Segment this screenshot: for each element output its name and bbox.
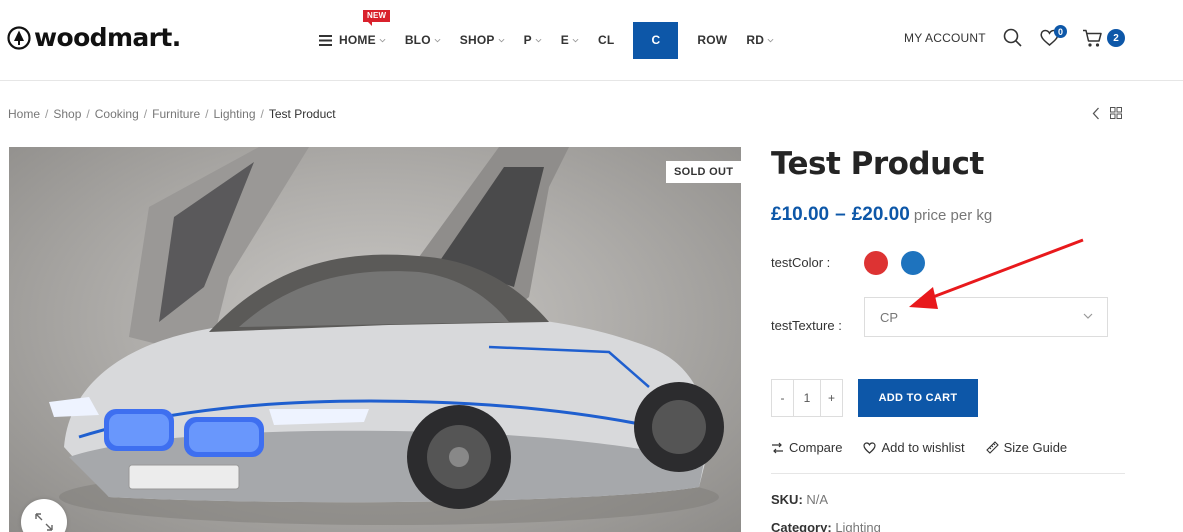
breadcrumb-link-shop[interactable]: Shop [53, 107, 81, 121]
cart-button[interactable]: 2 [1082, 28, 1127, 50]
qty-input[interactable]: 1 [794, 379, 820, 417]
nav-label: C [651, 33, 661, 47]
price-suffix: price per kg [913, 207, 993, 224]
size-guide-link[interactable]: Size Guide [985, 440, 1068, 455]
breadcrumb-link-lighting[interactable]: Lighting [213, 107, 255, 121]
cart-count-badge: 2 [1107, 29, 1125, 47]
nav-item-home[interactable]: HOME NEW [319, 0, 391, 80]
nav-item-blog[interactable]: BLO [405, 0, 441, 80]
nav-label: ROW [697, 33, 728, 47]
breadcrumb-link-cooking[interactable]: Cooking [95, 107, 139, 121]
wishlist-count-badge: 0 [1054, 25, 1067, 38]
compare-icon [772, 442, 783, 453]
nav-label: P [523, 33, 532, 47]
ruler-icon [985, 441, 999, 454]
add-to-cart-button[interactable]: ADD TO CART [858, 379, 978, 417]
main-nav: HOME NEW BLO SHOP P E CL C ROW RD [319, 0, 793, 80]
chevron-down-icon [379, 38, 386, 42]
product-price: £10.00 – £20.00 price per kg [771, 204, 992, 226]
expand-icon [35, 513, 53, 531]
breadcrumb-current: Test Product [268, 107, 336, 121]
summary-divider [771, 473, 1125, 474]
sku-label: SKU: [771, 492, 803, 507]
price-low: £10.00 [771, 204, 830, 225]
wishlist-link[interactable]: Add to wishlist [863, 440, 965, 455]
compare-link[interactable]: Compare [771, 440, 842, 455]
color-attribute-label: testColor : [771, 255, 831, 270]
product-title: Test Product [771, 146, 984, 182]
color-swatch-red[interactable] [864, 251, 888, 275]
chevron-left-icon[interactable] [1092, 107, 1100, 120]
breadcrumb: Home / Shop / Cooking / Furniture / Lighting… [8, 107, 336, 121]
breadcrumb-link-home[interactable]: Home [8, 107, 40, 121]
sku-meta: SKU: N/A [771, 492, 828, 507]
nav-label: E [560, 33, 569, 47]
site-header: woodmart. HOME NEW BLO SHOP P E CL C ROW… [0, 0, 1183, 81]
new-badge: NEW [363, 10, 391, 26]
breadcrumb-link-furniture[interactable]: Furniture [152, 107, 200, 121]
chevron-down-icon [572, 38, 579, 42]
logo-text: woodmart. [34, 23, 181, 52]
compare-label: Compare [789, 440, 843, 455]
chevron-down-icon [498, 38, 504, 42]
nav-label: HOME [339, 33, 376, 47]
nav-item-c[interactable]: C [633, 21, 679, 59]
size-guide-label: Size Guide [1003, 440, 1068, 455]
category-link[interactable]: Lighting [835, 520, 881, 532]
chevron-down-icon [434, 38, 441, 42]
grid-icon[interactable] [1110, 107, 1122, 119]
product-image[interactable] [9, 147, 741, 532]
site-logo[interactable]: woodmart. [7, 23, 181, 52]
chevron-down-icon [535, 38, 542, 42]
nav-item-cl[interactable]: CL [598, 0, 614, 80]
menu-icon [319, 34, 332, 46]
nav-item-e[interactable]: E [561, 0, 579, 80]
nav-label: BLO [404, 33, 431, 47]
chevron-down-icon [767, 38, 774, 42]
wishlist-button[interactable]: 0 [1040, 25, 1068, 50]
logo-tree-icon [7, 25, 31, 50]
nav-item-p[interactable]: P [524, 0, 542, 80]
sold-out-badge: SOLD OUT [666, 161, 742, 183]
sku-value: N/A [806, 492, 829, 507]
nav-item-shop[interactable]: SHOP [460, 0, 505, 80]
qty-plus-button[interactable]: + [820, 379, 843, 417]
qty-minus-button[interactable]: - [771, 379, 794, 417]
nav-label: CL [598, 33, 615, 47]
annotation-arrow [909, 238, 1084, 309]
car-illustration [49, 147, 724, 525]
search-icon[interactable] [1003, 28, 1022, 47]
price-separator: – [835, 204, 846, 225]
quantity-stepper: - 1 + [771, 379, 843, 417]
nav-label: RD [746, 33, 765, 47]
my-account-link[interactable]: MY ACCOUNT [904, 31, 986, 45]
category-label: Category: [771, 520, 832, 532]
wishlist-label: Add to wishlist [881, 440, 965, 455]
nav-item-rd[interactable]: RD [746, 0, 774, 80]
price-high: £20.00 [851, 204, 910, 225]
texture-attribute-label: testTexture : [771, 318, 842, 333]
nav-item-row[interactable]: ROW [697, 0, 727, 80]
category-meta: Category: Lighting [771, 520, 881, 532]
cart-icon [1083, 29, 1102, 47]
product-actions: Compare Add to wishlist Size Guide [771, 440, 1088, 455]
nav-label: SHOP [459, 33, 495, 47]
heart-icon [863, 441, 877, 454]
